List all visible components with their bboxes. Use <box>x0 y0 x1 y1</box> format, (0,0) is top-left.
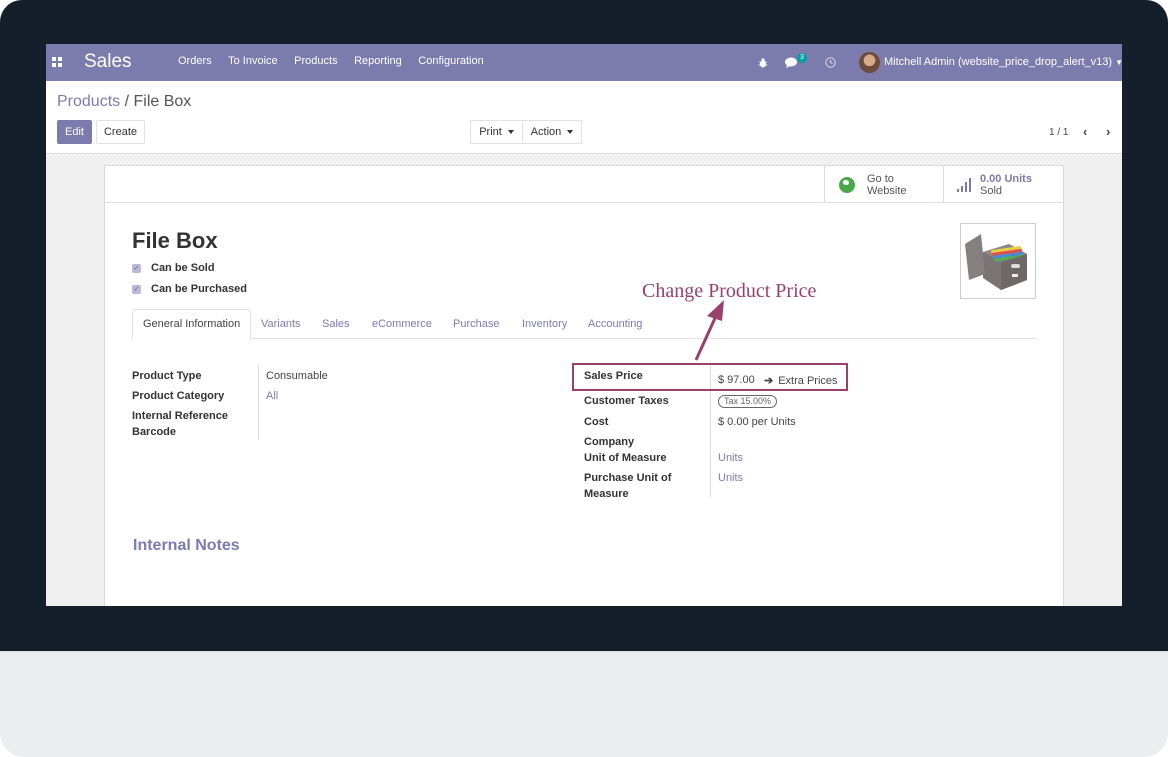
tab-inventory[interactable]: Inventory <box>522 309 567 339</box>
menu-to-invoice[interactable]: To Invoice <box>228 55 278 67</box>
caret-down-icon <box>507 130 514 134</box>
device-frame: Sales Orders To Invoice Products Reporti… <box>0 0 1168 757</box>
tab-sales[interactable]: Sales <box>322 309 350 339</box>
sales-price-highlight-box <box>572 363 848 391</box>
menu-reporting[interactable]: Reporting <box>354 55 402 67</box>
internal-reference-label: Internal Reference <box>132 410 228 422</box>
cost-value[interactable]: $ 0.00 per Units <box>718 416 796 428</box>
chat-count-badge: 3 <box>797 53 807 63</box>
form-sheet: Go to Website 0.00 Units Sold File Box ✓ C… <box>104 165 1064 606</box>
menu-orders[interactable]: Orders <box>178 55 212 67</box>
purchase-uom-label-2: Measure <box>584 488 629 500</box>
website-label-2: Website <box>867 184 907 197</box>
uom-label: Unit of Measure <box>584 452 667 464</box>
top-navbar: Sales Orders To Invoice Products Reporti… <box>46 44 1122 81</box>
left-group-separator <box>258 365 259 440</box>
action-label: Action <box>530 126 562 138</box>
units-sold-label: Sold <box>980 184 1003 197</box>
signal-bars-icon <box>957 177 971 192</box>
product-image[interactable] <box>960 223 1036 299</box>
user-menu[interactable]: Mitchell Admin (website_price_drop_alert… <box>884 56 1122 68</box>
annotation-text: Change Product Price <box>642 280 817 302</box>
form-tabs: General Information Variants Sales eComm… <box>132 309 1036 339</box>
tab-variants[interactable]: Variants <box>261 309 301 339</box>
chevron-down-icon: ▼ <box>1115 58 1122 67</box>
globe-icon <box>839 176 855 193</box>
product-type-value[interactable]: Consumable <box>266 370 328 382</box>
can-be-sold-checkbox[interactable]: ✓ <box>132 264 141 273</box>
purchase-uom-label-1: Purchase Unit of <box>584 472 672 484</box>
product-type-label: Product Type <box>132 370 202 382</box>
breadcrumb-separator: / <box>120 93 134 110</box>
print-dropdown[interactable]: Print <box>470 120 523 144</box>
clock-icon[interactable] <box>825 44 836 81</box>
product-category-label: Product Category <box>132 390 225 402</box>
menu-products[interactable]: Products <box>294 55 337 67</box>
bug-icon[interactable] <box>758 44 768 81</box>
barcode-label: Barcode <box>132 426 177 438</box>
units-sold-button[interactable]: 0.00 Units Sold <box>943 166 1063 203</box>
tab-purchase[interactable]: Purchase <box>453 309 499 339</box>
create-button[interactable]: Create <box>96 120 145 144</box>
breadcrumb-current: File Box <box>133 93 192 110</box>
action-dropdown[interactable]: Action <box>522 120 582 144</box>
tax-badge[interactable]: Tax 15.00% <box>718 395 778 408</box>
breadcrumb-products[interactable]: Products <box>57 93 120 110</box>
breadcrumb: Products / File Box <box>57 93 191 111</box>
smart-button-box: Go to Website 0.00 Units Sold <box>105 166 1063 203</box>
user-name: Mitchell Admin (website_price_drop_alert… <box>884 56 1113 68</box>
monitor-chin <box>0 651 1168 757</box>
product-category-value[interactable]: All <box>266 390 278 402</box>
app-name[interactable]: Sales <box>84 51 132 73</box>
product-name: File Box <box>132 228 218 253</box>
website-label-1: Go to <box>867 172 894 185</box>
pager-value[interactable]: 1 / 1 <box>1049 127 1068 138</box>
main-menu: Orders To Invoice Products Reporting Con… <box>178 55 500 67</box>
avatar[interactable] <box>859 52 880 73</box>
edit-button[interactable]: Edit <box>57 120 92 144</box>
purchase-uom-value[interactable]: Units <box>718 472 743 484</box>
pager-previous-icon[interactable]: ‹ <box>1083 124 1087 139</box>
cost-label: Cost <box>584 416 609 428</box>
caret-down-icon <box>567 130 574 134</box>
apps-menu-icon[interactable] <box>52 57 62 67</box>
uom-value[interactable]: Units <box>718 452 743 464</box>
tab-general-information[interactable]: General Information <box>132 309 252 339</box>
control-panel: Products / File Box Edit Create Print Ac… <box>46 81 1122 154</box>
customer-taxes-label: Customer Taxes <box>584 395 669 407</box>
internal-notes-title: Internal Notes <box>133 537 240 554</box>
can-be-sold-label: Can be Sold <box>151 262 215 274</box>
menu-configuration[interactable]: Configuration <box>418 55 483 67</box>
units-sold-value: 0.00 Units <box>980 172 1032 185</box>
go-to-website-button[interactable]: Go to Website <box>824 166 944 203</box>
chat-icon[interactable]: 3 <box>785 44 807 81</box>
screen: Sales Orders To Invoice Products Reporti… <box>46 44 1122 606</box>
company-label: Company <box>584 436 635 448</box>
can-be-purchased-checkbox[interactable]: ✓ <box>132 285 141 294</box>
tab-accounting[interactable]: Accounting <box>588 309 642 339</box>
pager-next-icon[interactable]: › <box>1106 124 1110 139</box>
tab-ecommerce[interactable]: eCommerce <box>372 309 432 339</box>
print-label: Print <box>479 126 502 138</box>
can-be-purchased-label: Can be Purchased <box>151 283 247 295</box>
